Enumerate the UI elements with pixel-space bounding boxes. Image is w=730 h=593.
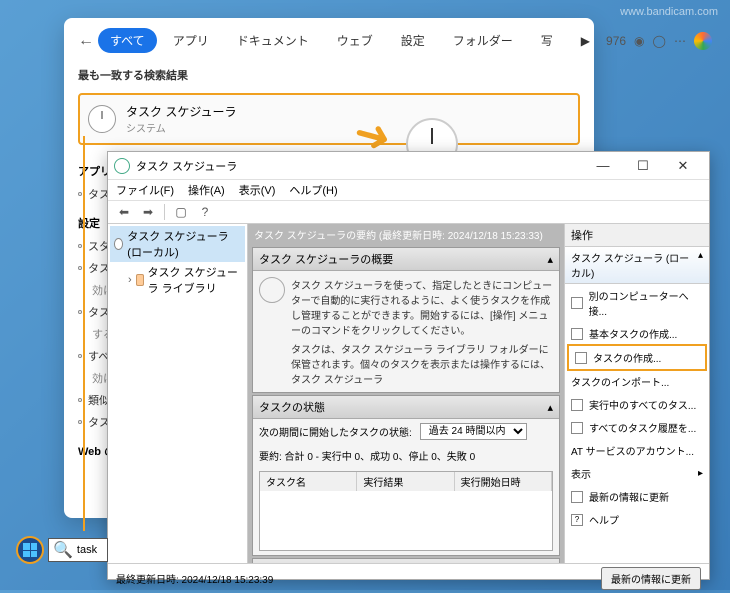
actions-header: 操作 — [565, 224, 709, 247]
summary-text: 要約: 合計 0 - 実行中 0、成功 0、停止 0、失敗 0 — [253, 444, 559, 467]
clock-icon — [259, 277, 285, 303]
back-button[interactable]: ⬅ — [114, 203, 134, 221]
search-icon: 🔍 — [53, 540, 73, 560]
titlebar: タスク スケジューラ — ☐ ✕ — [108, 152, 709, 180]
menu-action[interactable]: 操作(A) — [188, 182, 225, 198]
collapse-icon[interactable]: ▴ — [547, 253, 553, 266]
list-icon — [571, 399, 583, 411]
action-refresh[interactable]: 最新の情報に更新 — [565, 485, 709, 508]
action-import[interactable]: タスクのインポート... — [565, 370, 709, 393]
toolbar: ⬅ ➡ ▢ ? — [108, 201, 709, 224]
back-icon[interactable]: ← — [78, 30, 94, 52]
active-panel: アクティブなタスク — [252, 558, 560, 563]
forward-button[interactable]: ➡ — [138, 203, 158, 221]
tree-root[interactable]: タスク スケジューラ (ローカル) — [110, 226, 245, 262]
close-button[interactable]: ✕ — [663, 154, 703, 178]
action-view[interactable]: 表示▸ — [565, 462, 709, 485]
search-tabs: ← すべて アプリ ドキュメント ウェブ 設定 フォルダー 写 ▶ 976 ◉ … — [64, 18, 594, 61]
tree-panel: タスク スケジューラ (ローカル) › タスク スケジューラ ライブラリ — [108, 224, 248, 563]
history-icon — [571, 422, 583, 434]
minimize-button[interactable]: — — [583, 154, 623, 178]
tab-settings[interactable]: 設定 — [389, 28, 437, 53]
period-select[interactable]: 過去 24 時間以内 — [420, 423, 527, 440]
tree-root-label: タスク スケジューラ (ローカル) — [127, 228, 241, 260]
result-name: タスク スケジューラ — [126, 103, 237, 120]
collapse-icon[interactable]: ▴ — [547, 401, 553, 414]
status-panel: タスクの状態▴ 次の期間に開始したタスクの状態: 過去 24 時間以内 要約: … — [252, 395, 560, 556]
watermark: www.bandicam.com — [620, 6, 718, 18]
status-text: 最終更新日時: 2024/12/18 15:23:39 — [116, 571, 273, 586]
task-table: タスク名 実行結果 実行開始日時 — [259, 471, 553, 551]
result-sub: システム — [126, 120, 237, 135]
task-scheduler-icon — [88, 105, 116, 133]
task-icon — [571, 328, 583, 340]
tab-folders[interactable]: フォルダー — [441, 28, 525, 53]
help-icon[interactable]: ? — [195, 203, 215, 221]
status-header: タスクの状態▴ — [253, 396, 559, 419]
tree-child-label: タスク スケジューラ ライブラリ — [148, 264, 241, 296]
task-icon — [575, 352, 587, 364]
maximize-button[interactable]: ☐ — [623, 154, 663, 178]
rewards-points[interactable]: 976 — [606, 34, 626, 48]
tab-photos[interactable]: 写 — [529, 28, 565, 53]
status-bar: 最終更新日時: 2024/12/18 15:23:39 最新の情報に更新 — [108, 563, 709, 593]
menu-file[interactable]: ファイル(F) — [116, 182, 174, 198]
start-button[interactable] — [16, 536, 44, 564]
active-header: アクティブなタスク — [253, 559, 559, 563]
overview-panel: タスク スケジューラの概要▴ タスク スケジューラを使って、指定したときにコンピ… — [252, 247, 560, 393]
computer-icon — [571, 297, 583, 309]
menu-help[interactable]: ヘルプ(H) — [289, 182, 337, 198]
th-result[interactable]: 実行結果 — [357, 472, 454, 491]
refresh-icon — [571, 491, 583, 503]
best-match-label: 最も一致する検索結果 — [64, 61, 594, 89]
action-at-account[interactable]: AT サービスのアカウント... — [565, 439, 709, 462]
action-help[interactable]: ?ヘルプ — [565, 508, 709, 531]
window-title: タスク スケジューラ — [136, 158, 583, 174]
more-icon[interactable]: ⋯ — [674, 34, 686, 48]
center-header: タスク スケジューラの要約 (最終更新日時: 2024/12/18 15:23:… — [248, 224, 564, 245]
th-name[interactable]: タスク名 — [260, 472, 357, 491]
action-create-task[interactable]: タスクの作成... — [567, 344, 707, 371]
task-scheduler-window: タスク スケジューラ — ☐ ✕ ファイル(F) 操作(A) 表示(V) ヘルプ… — [107, 151, 710, 580]
tree-child[interactable]: › タスク スケジューラ ライブラリ — [110, 262, 245, 298]
chevron-right-icon: ▸ — [698, 468, 703, 479]
tab-documents[interactable]: ドキュメント — [225, 28, 321, 53]
th-start[interactable]: 実行開始日時 — [455, 472, 552, 491]
overview-text: タスク スケジューラを使って、指定したときにコンピューターで自動的に実行されるよ… — [291, 277, 553, 337]
app-icon — [114, 158, 130, 174]
action-running[interactable]: 実行中のすべてのタス... — [565, 393, 709, 416]
action-create-basic[interactable]: 基本タスクの作成... — [565, 322, 709, 345]
taskbar: 🔍 — [16, 536, 108, 564]
status-label: 次の期間に開始したタスクの状態: — [259, 424, 412, 439]
annotation-line — [83, 136, 85, 531]
action-history[interactable]: すべてのタスク履歴を... — [565, 416, 709, 439]
search-input[interactable] — [77, 544, 103, 556]
toolbar-button[interactable]: ▢ — [171, 203, 191, 221]
overview-text2: タスクは、タスク スケジューラ ライブラリ フォルダーに保管されます。個々のタス… — [291, 341, 553, 386]
clock-icon — [114, 238, 123, 250]
actions-panel: 操作 タスク スケジューラ (ローカル)▴ 別のコンピューターへ接... 基本タ… — [564, 224, 709, 563]
collapse-icon[interactable]: ▴ — [698, 250, 703, 280]
center-panel: タスク スケジューラの要約 (最終更新日時: 2024/12/18 15:23:… — [248, 224, 564, 563]
rewards-icon[interactable]: ◉ — [634, 34, 644, 48]
tab-more[interactable]: ▶ — [569, 30, 602, 52]
taskbar-search[interactable]: 🔍 — [48, 538, 108, 562]
refresh-button[interactable]: 最新の情報に更新 — [601, 567, 701, 590]
folder-icon — [136, 274, 144, 286]
action-connect[interactable]: 別のコンピューターへ接... — [565, 284, 709, 322]
overview-header: タスク スケジューラの概要▴ — [253, 248, 559, 271]
menubar: ファイル(F) 操作(A) 表示(V) ヘルプ(H) — [108, 180, 709, 201]
menu-view[interactable]: 表示(V) — [239, 182, 276, 198]
avatar-icon[interactable]: ◯ — [653, 34, 666, 48]
copilot-icon[interactable] — [694, 32, 712, 50]
tab-all[interactable]: すべて — [98, 28, 157, 53]
windows-icon — [23, 543, 37, 557]
actions-group: タスク スケジューラ (ローカル)▴ — [565, 247, 709, 284]
tab-apps[interactable]: アプリ — [161, 28, 221, 53]
help-icon: ? — [571, 514, 583, 526]
tab-web[interactable]: ウェブ — [325, 28, 385, 53]
